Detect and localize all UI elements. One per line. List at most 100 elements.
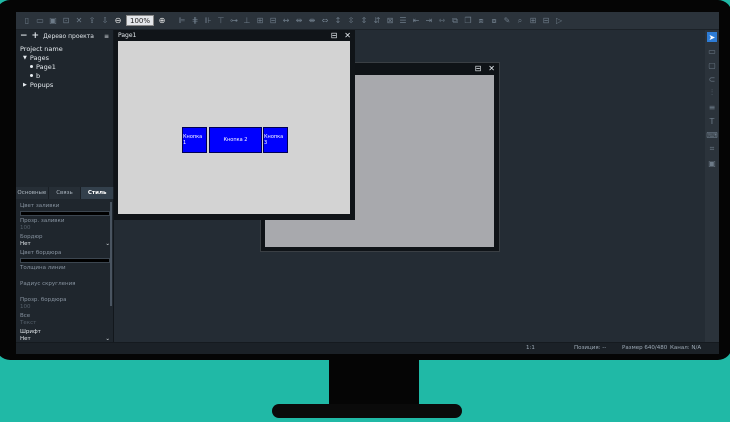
tree-item-popups[interactable]: ▶ Popups bbox=[20, 80, 109, 89]
height-shrink-icon[interactable]: ⇕ bbox=[359, 16, 369, 26]
save-as-icon[interactable]: ⊡ bbox=[61, 16, 71, 26]
maximize-icon[interactable]: ⊟ bbox=[475, 64, 482, 73]
border-select[interactable]: Нет ⌄ bbox=[20, 241, 110, 248]
properties-scrollbar[interactable] bbox=[110, 202, 112, 306]
tab-main[interactable]: Основные bbox=[16, 187, 49, 199]
canvas-button-2[interactable]: Кнопка 2 bbox=[209, 127, 262, 153]
rectangle-icon[interactable]: ▭ bbox=[707, 46, 717, 56]
status-size: Размер 640/480 bbox=[622, 345, 668, 351]
tab-link[interactable]: Связь bbox=[48, 187, 82, 199]
width-icon[interactable]: ↔ bbox=[281, 16, 291, 26]
rows-icon[interactable]: ☰ bbox=[398, 16, 408, 26]
align-middle-icon[interactable]: ⊶ bbox=[229, 16, 239, 26]
border-color-swatch[interactable] bbox=[20, 258, 110, 263]
status-bar: 1:1 Позиция: -- Размер 640/480 Канал: N/… bbox=[16, 342, 719, 354]
border-select-value: Нет bbox=[20, 241, 31, 247]
border-width-label: Толщина линии bbox=[20, 265, 66, 271]
send-backward-icon[interactable]: ❐ bbox=[463, 16, 473, 26]
height-grow-icon[interactable]: ⇳ bbox=[346, 16, 356, 26]
align-top-icon[interactable]: ⊤ bbox=[216, 16, 226, 26]
edit-icon[interactable]: ✎ bbox=[502, 16, 512, 26]
upload-icon[interactable]: ⇪ bbox=[87, 16, 97, 26]
page-window[interactable]: Page1 ⊟ ✕ Кнопка 1 Кнопка 2 Кнопка 3 bbox=[114, 30, 355, 220]
slider-icon[interactable]: ⫶ bbox=[707, 88, 717, 98]
page-canvas[interactable]: Кнопка 1 Кнопка 2 Кнопка 3 bbox=[118, 41, 350, 214]
page-window-titlebar[interactable]: Page1 ⊟ ✕ bbox=[114, 30, 355, 40]
menu-icon[interactable]: ≡ bbox=[104, 33, 109, 40]
text-icon[interactable]: T bbox=[707, 116, 717, 126]
zoom-in-icon[interactable]: ⊕ bbox=[157, 16, 167, 26]
tree-item-pages[interactable]: ▼ Pages bbox=[20, 53, 109, 62]
download-icon[interactable]: ⇩ bbox=[100, 16, 110, 26]
tree-item-label: b bbox=[36, 71, 41, 80]
distribute-v-icon[interactable]: ⊟ bbox=[268, 16, 278, 26]
window-icon[interactable]: ▢ bbox=[707, 60, 717, 70]
monitor-frame: ▯ ▭ ▣ ⊡ ✕ ⇪ ⇩ ⊖ 100% ⊕ ⊫ ⋕ ⊪ ⊤ ⊶ ⊥ ⊞ ⊟ ↔… bbox=[0, 0, 730, 360]
play-icon[interactable]: ▷ bbox=[554, 16, 564, 26]
table-icon[interactable]: ⊞ bbox=[528, 16, 538, 26]
bring-forward-icon[interactable]: ⧉ bbox=[450, 16, 460, 26]
width-grow-icon[interactable]: ⇹ bbox=[294, 16, 304, 26]
main-toolbar: ▯ ▭ ▣ ⊡ ✕ ⇪ ⇩ ⊖ 100% ⊕ ⊫ ⋕ ⊪ ⊤ ⊶ ⊥ ⊞ ⊟ ↔… bbox=[16, 12, 719, 30]
width-equal-icon[interactable]: ⇔ bbox=[320, 16, 330, 26]
align-bottom-icon[interactable]: ⊥ bbox=[242, 16, 252, 26]
height-icon[interactable]: ↕ bbox=[333, 16, 343, 26]
move-right-icon[interactable]: ⇥ bbox=[424, 16, 434, 26]
app-screen: ▯ ▭ ▣ ⊡ ✕ ⇪ ⇩ ⊖ 100% ⊕ ⊫ ⋕ ⊪ ⊤ ⊶ ⊥ ⊞ ⊟ ↔… bbox=[16, 12, 719, 354]
border-color-label: Цвет бордюра bbox=[20, 250, 62, 256]
image-icon[interactable]: ▣ bbox=[707, 158, 717, 168]
send-back-icon[interactable]: ⧇ bbox=[489, 16, 499, 26]
close-icon[interactable]: ✕ bbox=[74, 16, 84, 26]
collapse-icon[interactable]: − bbox=[20, 31, 28, 41]
border-opacity-input[interactable]: 100 bbox=[20, 304, 110, 311]
font-value[interactable]: Текст bbox=[20, 320, 110, 327]
distribute-h-icon[interactable]: ⊞ bbox=[255, 16, 265, 26]
move-left-icon[interactable]: ⇤ bbox=[411, 16, 421, 26]
tab-style[interactable]: Стиль bbox=[81, 187, 115, 199]
expanded-arrow-icon[interactable]: ▼ bbox=[23, 55, 27, 61]
pointer-icon[interactable]: ➤ bbox=[707, 32, 717, 42]
fill-color-swatch[interactable] bbox=[20, 211, 110, 216]
corner-radius-input[interactable] bbox=[20, 288, 110, 295]
bring-front-icon[interactable]: ⧈ bbox=[476, 16, 486, 26]
border-label: Бордюр bbox=[20, 234, 43, 240]
save-icon[interactable]: ▣ bbox=[48, 16, 58, 26]
add-icon[interactable]: + bbox=[32, 31, 40, 41]
grid-icon[interactable]: ⊠ bbox=[385, 16, 395, 26]
align-center-icon[interactable]: ⋕ bbox=[190, 16, 200, 26]
new-file-icon[interactable]: ▯ bbox=[22, 16, 32, 26]
align-right-icon[interactable]: ⊪ bbox=[203, 16, 213, 26]
zoom-input[interactable]: 100% bbox=[126, 15, 155, 26]
collapsed-arrow-icon[interactable]: ▶ bbox=[23, 82, 27, 88]
monitor-stand-neck bbox=[329, 358, 419, 410]
canvas-button-3[interactable]: Кнопка 3 bbox=[263, 127, 288, 153]
bullet-icon bbox=[30, 65, 33, 68]
open-file-icon[interactable]: ▭ bbox=[35, 16, 45, 26]
image-search-icon[interactable]: ⌕ bbox=[515, 16, 525, 26]
tree-item-page1[interactable]: Page1 bbox=[20, 62, 109, 71]
canvas-button-1[interactable]: Кнопка 1 bbox=[182, 127, 207, 153]
maximize-icon[interactable]: ⊟ bbox=[331, 31, 338, 40]
frame-icon[interactable]: ⌗ bbox=[707, 144, 717, 154]
width-shrink-icon[interactable]: ⇼ bbox=[307, 16, 317, 26]
fill-opacity-input[interactable]: 100 bbox=[20, 225, 110, 232]
move-both-icon[interactable]: ⇿ bbox=[437, 16, 447, 26]
status-channel: Канал: N/A bbox=[670, 345, 702, 351]
monitor-stand-base bbox=[272, 404, 462, 418]
close-icon[interactable]: ✕ bbox=[344, 31, 351, 40]
border-width-input[interactable] bbox=[20, 272, 110, 279]
project-tree: Project name ▼ Pages Page1 b ▶ Popups bbox=[16, 42, 113, 91]
align-left-icon[interactable]: ⊫ bbox=[177, 16, 187, 26]
tree-item-b[interactable]: b bbox=[20, 71, 109, 80]
list-icon[interactable]: ≡ bbox=[707, 102, 717, 112]
panel-header: − + Дерево проекта ≡ bbox=[16, 30, 113, 42]
widget-toolbar: ➤ ▭ ▢ ⊂ ⫶ ≡ T ⌨ ⌗ ▣ bbox=[705, 30, 719, 342]
border-opacity-label: Прозр. бордюра bbox=[20, 297, 67, 303]
button-icon[interactable]: ⊂ bbox=[707, 74, 717, 84]
height-equal-icon[interactable]: ⇵ bbox=[372, 16, 382, 26]
zoom-out-icon[interactable]: ⊖ bbox=[113, 16, 123, 26]
input-icon[interactable]: ⌨ bbox=[706, 130, 718, 140]
close-icon[interactable]: ✕ bbox=[488, 64, 495, 73]
tree-item-project[interactable]: Project name bbox=[20, 44, 109, 53]
layout-icon[interactable]: ⊟ bbox=[541, 16, 551, 26]
